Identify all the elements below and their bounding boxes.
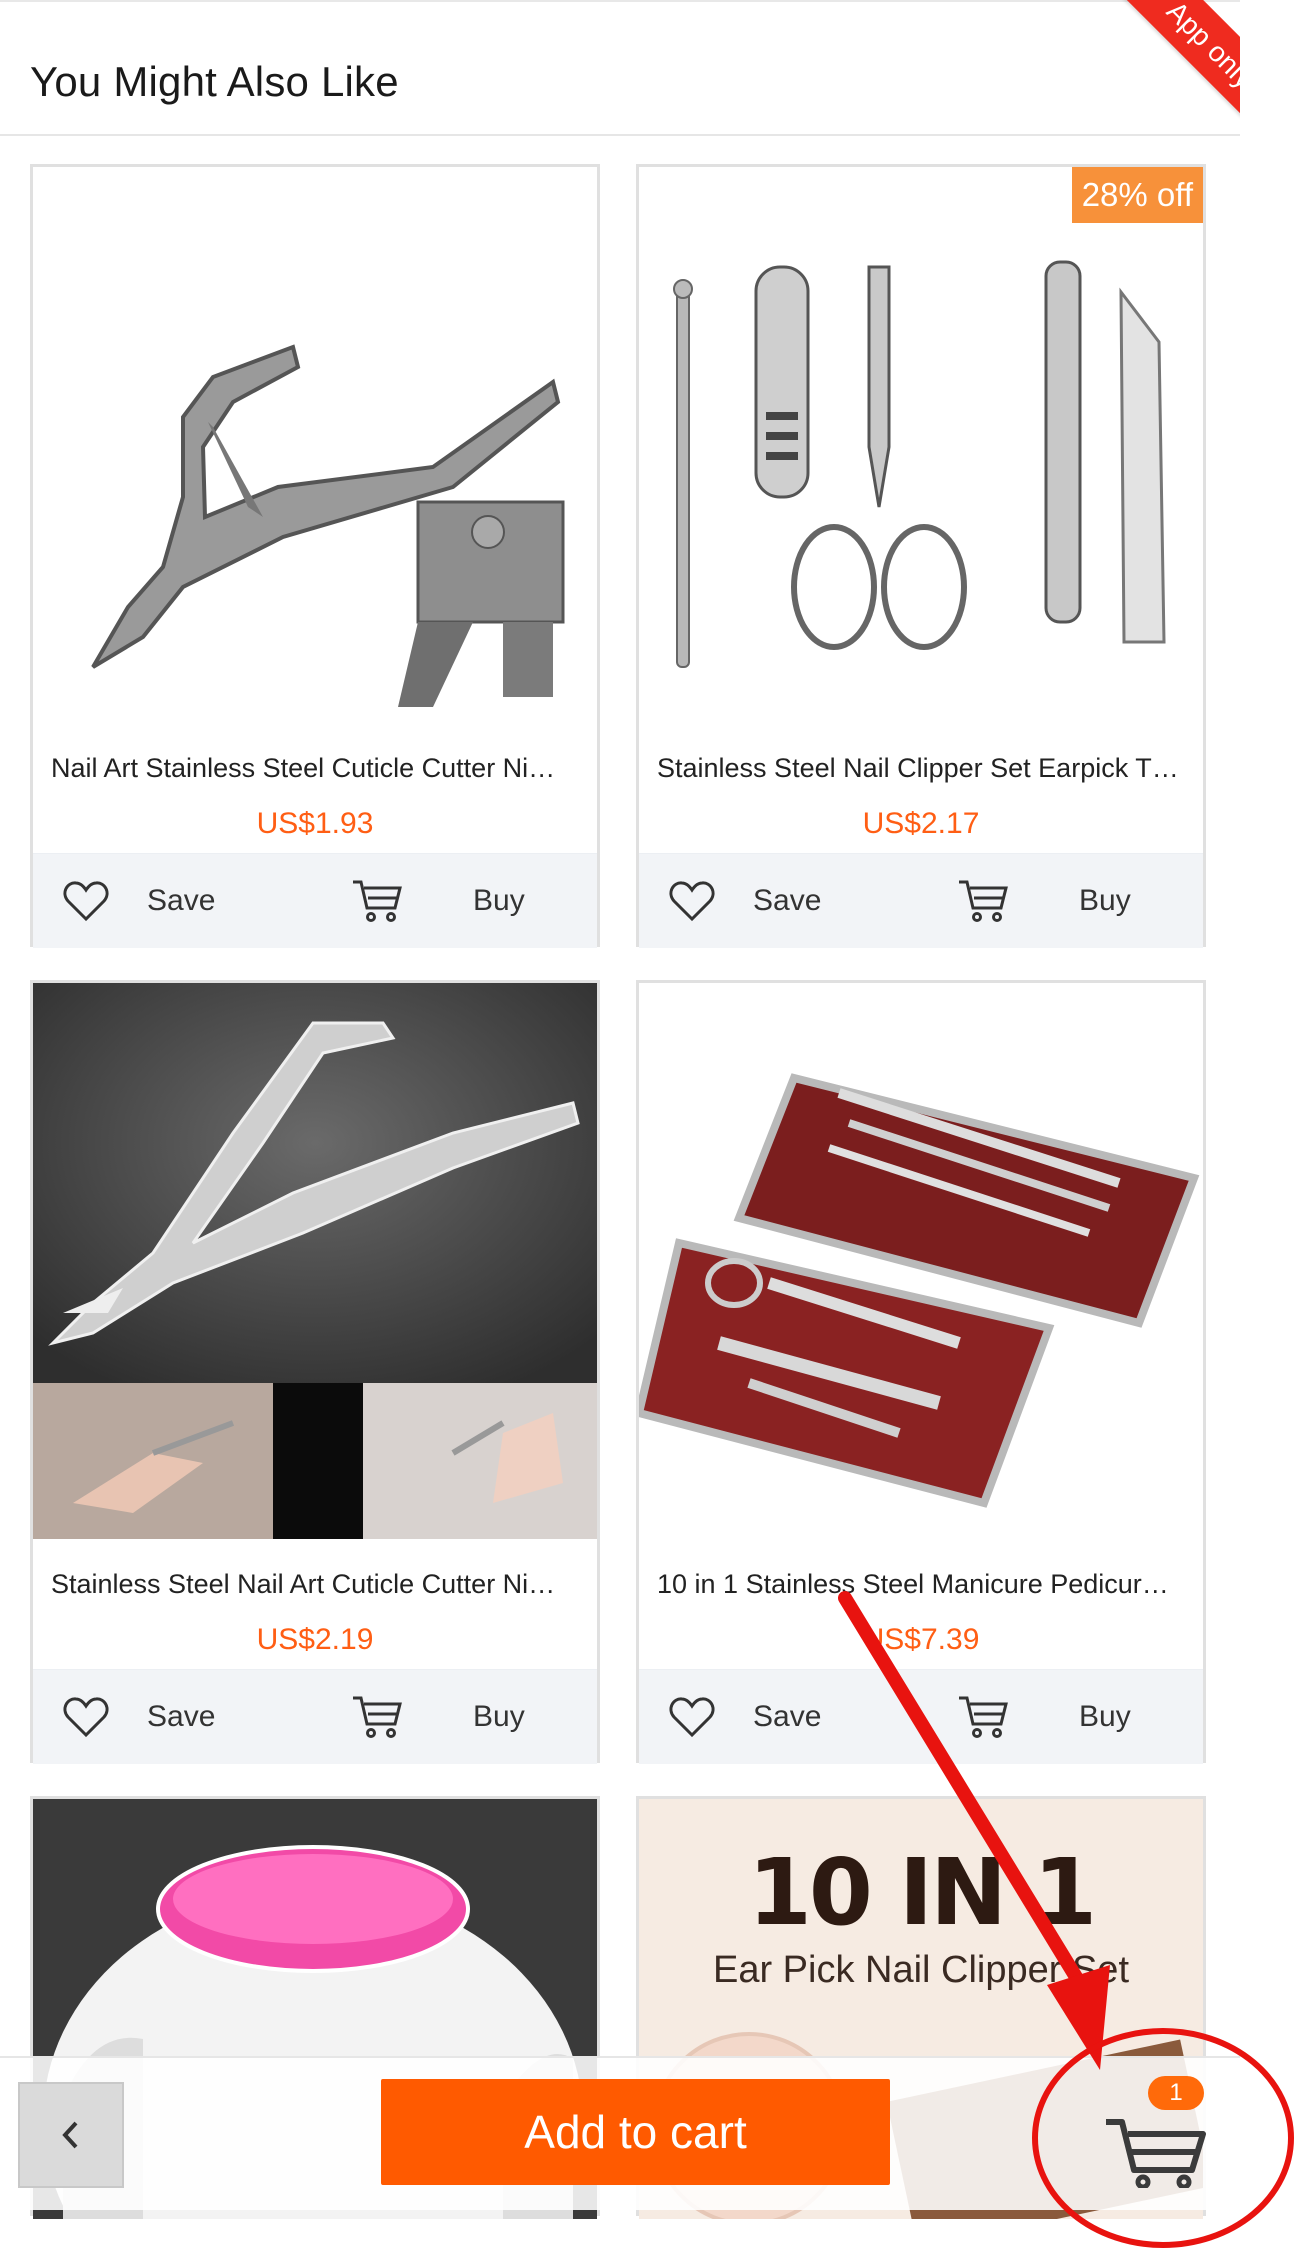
product-title[interactable]: Nail Art Stainless Steel Cuticle Cutter … [51,753,581,784]
save-label: Save [147,1700,216,1733]
buy-label: Buy [473,1700,525,1733]
buy-label: Buy [1079,884,1131,917]
page: You Might Also Like App only Nail Art St… [0,0,1294,2258]
product-price: US$2.17 [862,807,980,840]
product-image-cuticle-cutter[interactable] [33,983,597,1539]
product-price: US$1.93 [256,807,374,840]
cart-icon [353,1696,402,1738]
save-label: Save [753,1700,822,1733]
heart-icon [63,1697,109,1738]
save-button[interactable]: Save [63,1670,215,1764]
product-actions: Save Buy [639,853,1203,948]
save-button[interactable]: Save [669,1670,821,1764]
product-title[interactable]: Stainless Steel Nail Art Cuticle Cutter … [51,1569,581,1600]
ribbon-label: App only [1098,0,1240,150]
cart-icon [959,880,1008,922]
cart-icon [353,880,402,922]
heart-icon [669,881,715,922]
add-to-cart-button[interactable]: Add to cart [381,2079,890,2185]
cart-count-badge: 1 [1148,2076,1204,2110]
buy-button[interactable]: Buy [957,854,1131,948]
buy-label: Buy [1079,1700,1131,1733]
product-image-nail-clipper-set[interactable] [639,167,1203,723]
product-actions: Save Buy [33,853,597,948]
banner-subtitle: Ear Pick Nail Clipper Set [712,1949,1130,1991]
product-price: US$7.39 [862,1623,980,1656]
product-image-cuticle-nipper[interactable] [33,167,597,723]
heart-icon [63,881,109,922]
save-label: Save [753,884,822,917]
product-price: US$2.19 [256,1623,374,1656]
buy-button[interactable]: Buy [351,1670,525,1764]
buy-button[interactable]: Buy [351,854,525,948]
save-button[interactable]: Save [63,854,215,948]
save-button[interactable]: Save [669,854,821,948]
product-card[interactable]: 10 in 1 Stainless Steel Manicure Pedicur… [636,980,1206,1764]
discount-badge: 28% off [1071,167,1203,223]
product-card[interactable]: Nail Art Stainless Steel Cuticle Cutter … [30,164,600,948]
bottom-action-bar: Add to cart 1 [0,2056,1240,2210]
product-actions: Save Buy [639,1669,1203,1764]
buy-button[interactable]: Buy [957,1670,1131,1764]
product-title[interactable]: Stainless Steel Nail Clipper Set Earpick… [657,753,1187,784]
product-card[interactable]: 28% off Stainless Steel Nail Clipper Set… [636,164,1206,948]
product-image-manicure-set[interactable] [639,983,1203,1539]
app-only-ribbon: App only [1040,0,1240,150]
product-actions: Save Buy [33,1669,597,1764]
product-card[interactable]: Stainless Steel Nail Art Cuticle Cutter … [30,980,600,1764]
product-title[interactable]: 10 in 1 Stainless Steel Manicure Pedicur… [657,1569,1187,1600]
heart-icon [669,1697,715,1738]
save-label: Save [147,884,216,917]
cart-icon [959,1696,1008,1738]
buy-label: Buy [473,884,525,917]
chevron-left-icon [62,2121,78,2149]
section-title: You Might Also Like [30,58,399,105]
back-button[interactable] [18,2082,124,2188]
banner-headline: 10 IN 1 [747,1839,1097,1946]
